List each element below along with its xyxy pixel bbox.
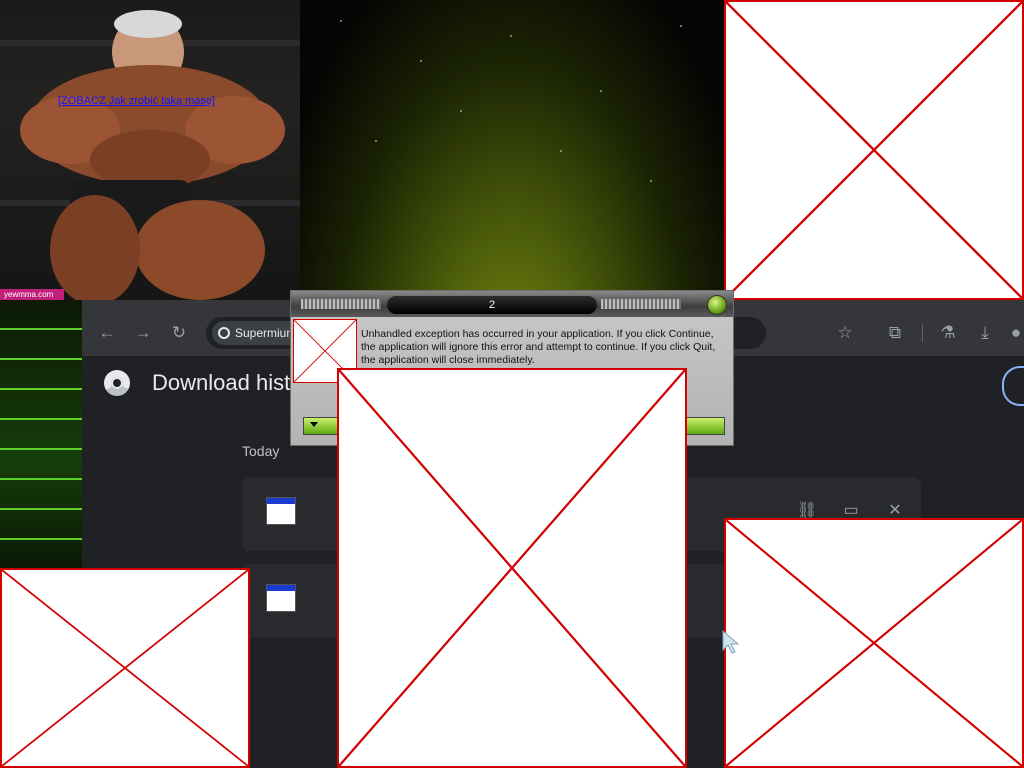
bodybuilder-photo: [ZOBACZ Jak zrobić taką masę] yewmma.com <box>0 0 300 300</box>
mouse-cursor-icon <box>722 630 740 654</box>
zobacz-link[interactable]: [ZOBACZ Jak zrobić taką masę] <box>58 95 215 107</box>
star <box>650 180 652 182</box>
broken-image <box>0 568 250 768</box>
chrome-logo-icon <box>104 370 130 396</box>
window-app-icon <box>266 497 296 525</box>
broken-image <box>724 0 1024 300</box>
search-downloads-input[interactable] <box>1002 366 1024 406</box>
star <box>460 110 462 112</box>
star-icon[interactable]: ☆ <box>834 322 856 344</box>
download-icon[interactable]: ⤓ <box>974 322 996 344</box>
toolbar-separator <box>922 324 923 342</box>
back-icon[interactable]: ← <box>96 322 118 344</box>
star <box>680 25 682 27</box>
titlebar-grip <box>601 299 681 309</box>
star <box>340 20 342 22</box>
labs-icon[interactable]: ⚗ <box>937 322 959 344</box>
section-today: Today <box>242 443 280 459</box>
dialog-close-button[interactable] <box>707 295 727 315</box>
dialog-titlebar[interactable]: 2 <box>291 291 733 317</box>
star <box>375 140 377 142</box>
star <box>510 35 512 37</box>
dialog-title: 2 <box>387 296 597 314</box>
chevron-down-icon <box>310 422 318 427</box>
titlebar-grip <box>301 299 381 309</box>
reload-icon[interactable]: ↻ <box>168 322 190 344</box>
window-app-icon <box>266 584 296 612</box>
grid-wallpaper <box>0 300 82 568</box>
browser-logo-icon <box>218 327 230 339</box>
extensions-icon[interactable]: ⧉ <box>884 322 906 344</box>
star <box>420 60 422 62</box>
space-wallpaper <box>300 0 724 300</box>
photo-watermark: yewmma.com <box>0 289 64 300</box>
broken-image <box>337 368 687 768</box>
forward-icon[interactable]: → <box>132 322 154 344</box>
bodybuilder-figure <box>20 10 285 300</box>
star <box>600 90 602 92</box>
site-chip-label: Supermium <box>235 326 297 340</box>
profile-icon[interactable]: ● <box>1008 322 1024 344</box>
broken-image <box>724 518 1024 768</box>
star <box>560 150 562 152</box>
dialog-message: Unhandled exception has occurred in your… <box>361 328 716 366</box>
